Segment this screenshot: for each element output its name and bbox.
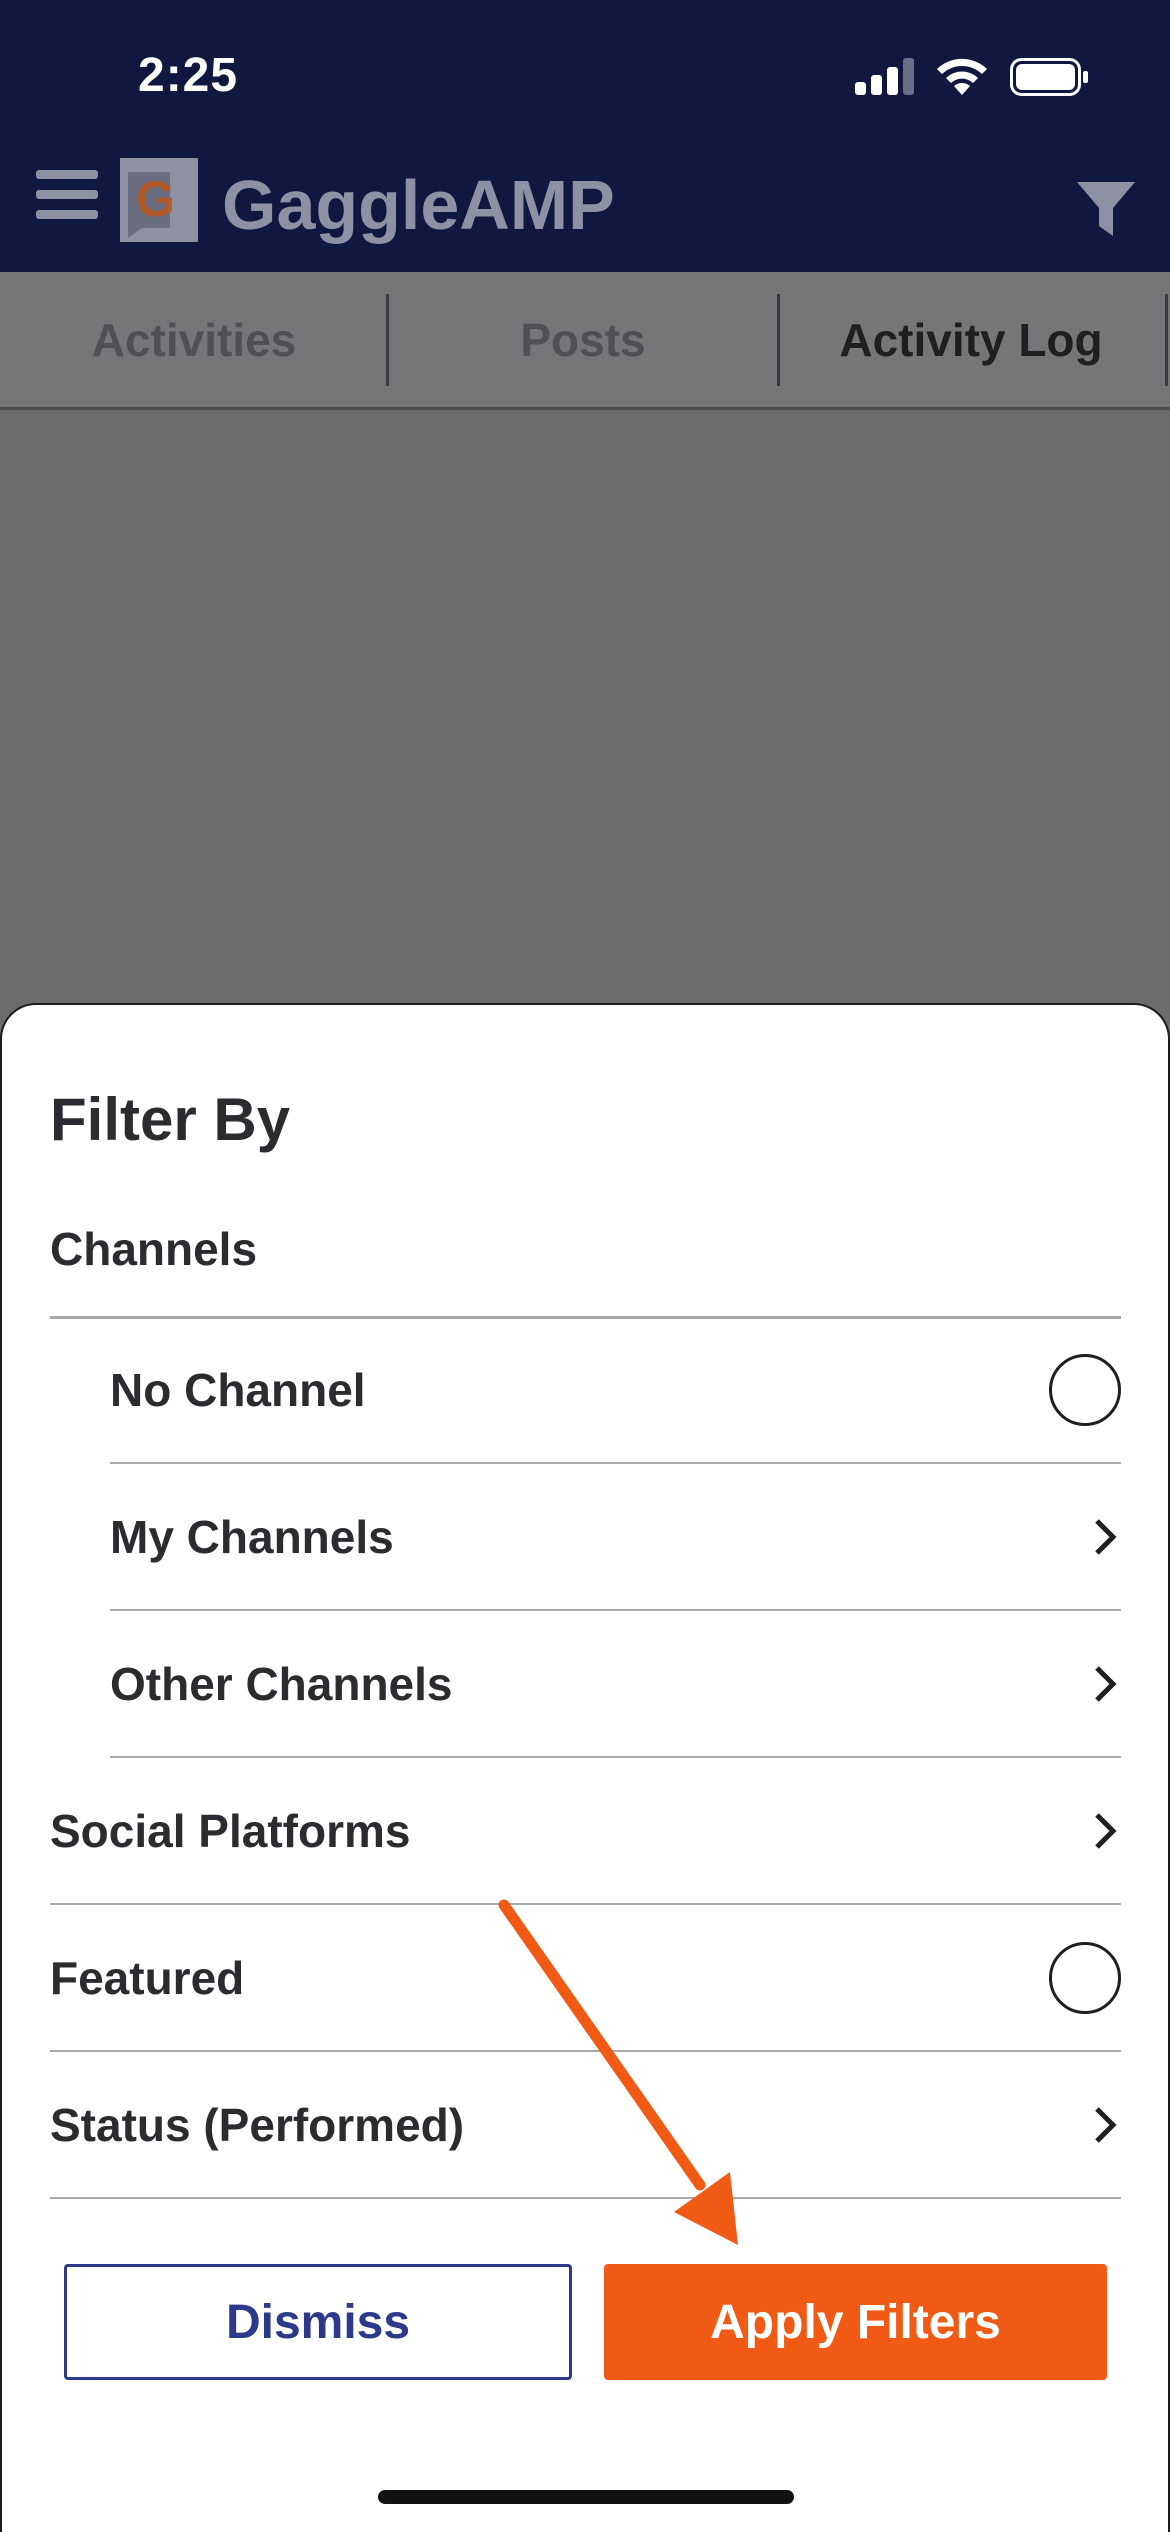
filter-row-label: No Channel: [110, 1364, 366, 1416]
channels-section-label: Channels: [50, 1223, 258, 1275]
funnel-icon[interactable]: [1075, 180, 1137, 238]
filter-row-featured[interactable]: Featured: [50, 1906, 1121, 2052]
tab-posts[interactable]: Posts: [389, 272, 777, 407]
battery-icon: [1010, 58, 1088, 96]
filter-row-label: Status (Performed): [50, 2099, 465, 2151]
apply-filters-button[interactable]: Apply Filters: [604, 2264, 1107, 2380]
chevron-right-icon: [1095, 1666, 1117, 1702]
tab-activities[interactable]: Activities: [0, 272, 388, 407]
brand-name: GaggleAMP: [222, 166, 615, 244]
home-indicator: [378, 2490, 794, 2504]
tab-bar: Activities Posts Activity Log: [0, 272, 1170, 410]
app-header: 2:25 G GaggleAMP: [0, 0, 1170, 272]
filter-row-label: Featured: [50, 1952, 245, 2004]
tab-divider: [1165, 294, 1168, 386]
gaggleamp-logo: G: [120, 158, 198, 242]
chevron-right-icon: [1095, 1519, 1117, 1555]
tab-activity-log[interactable]: Activity Log: [780, 272, 1162, 407]
filter-row-no-channel[interactable]: No Channel: [110, 1318, 1121, 1464]
radio-button[interactable]: [1049, 1354, 1121, 1426]
filter-row-label: Other Channels: [110, 1658, 453, 1710]
filter-row-other-channels[interactable]: Other Channels: [110, 1612, 1121, 1758]
filter-row-label: Social Platforms: [50, 1805, 411, 1857]
dismiss-button[interactable]: Dismiss: [64, 2264, 572, 2380]
filter-row-label: My Channels: [110, 1511, 394, 1563]
cell-signal-icon: [855, 57, 915, 95]
chevron-right-icon: [1095, 2107, 1117, 2143]
hamburger-icon[interactable]: [36, 170, 98, 220]
filter-row-my-channels[interactable]: My Channels: [110, 1465, 1121, 1611]
wifi-icon: [937, 58, 987, 95]
filter-row-social-platforms[interactable]: Social Platforms: [50, 1759, 1121, 1905]
radio-button[interactable]: [1049, 1942, 1121, 2014]
filter-row-status-performed[interactable]: Status (Performed): [50, 2053, 1121, 2199]
chevron-right-icon: [1095, 1813, 1117, 1849]
sheet-title: Filter By: [50, 1086, 291, 1153]
logo-letter: G: [136, 171, 175, 227]
status-time: 2:25: [138, 49, 239, 102]
